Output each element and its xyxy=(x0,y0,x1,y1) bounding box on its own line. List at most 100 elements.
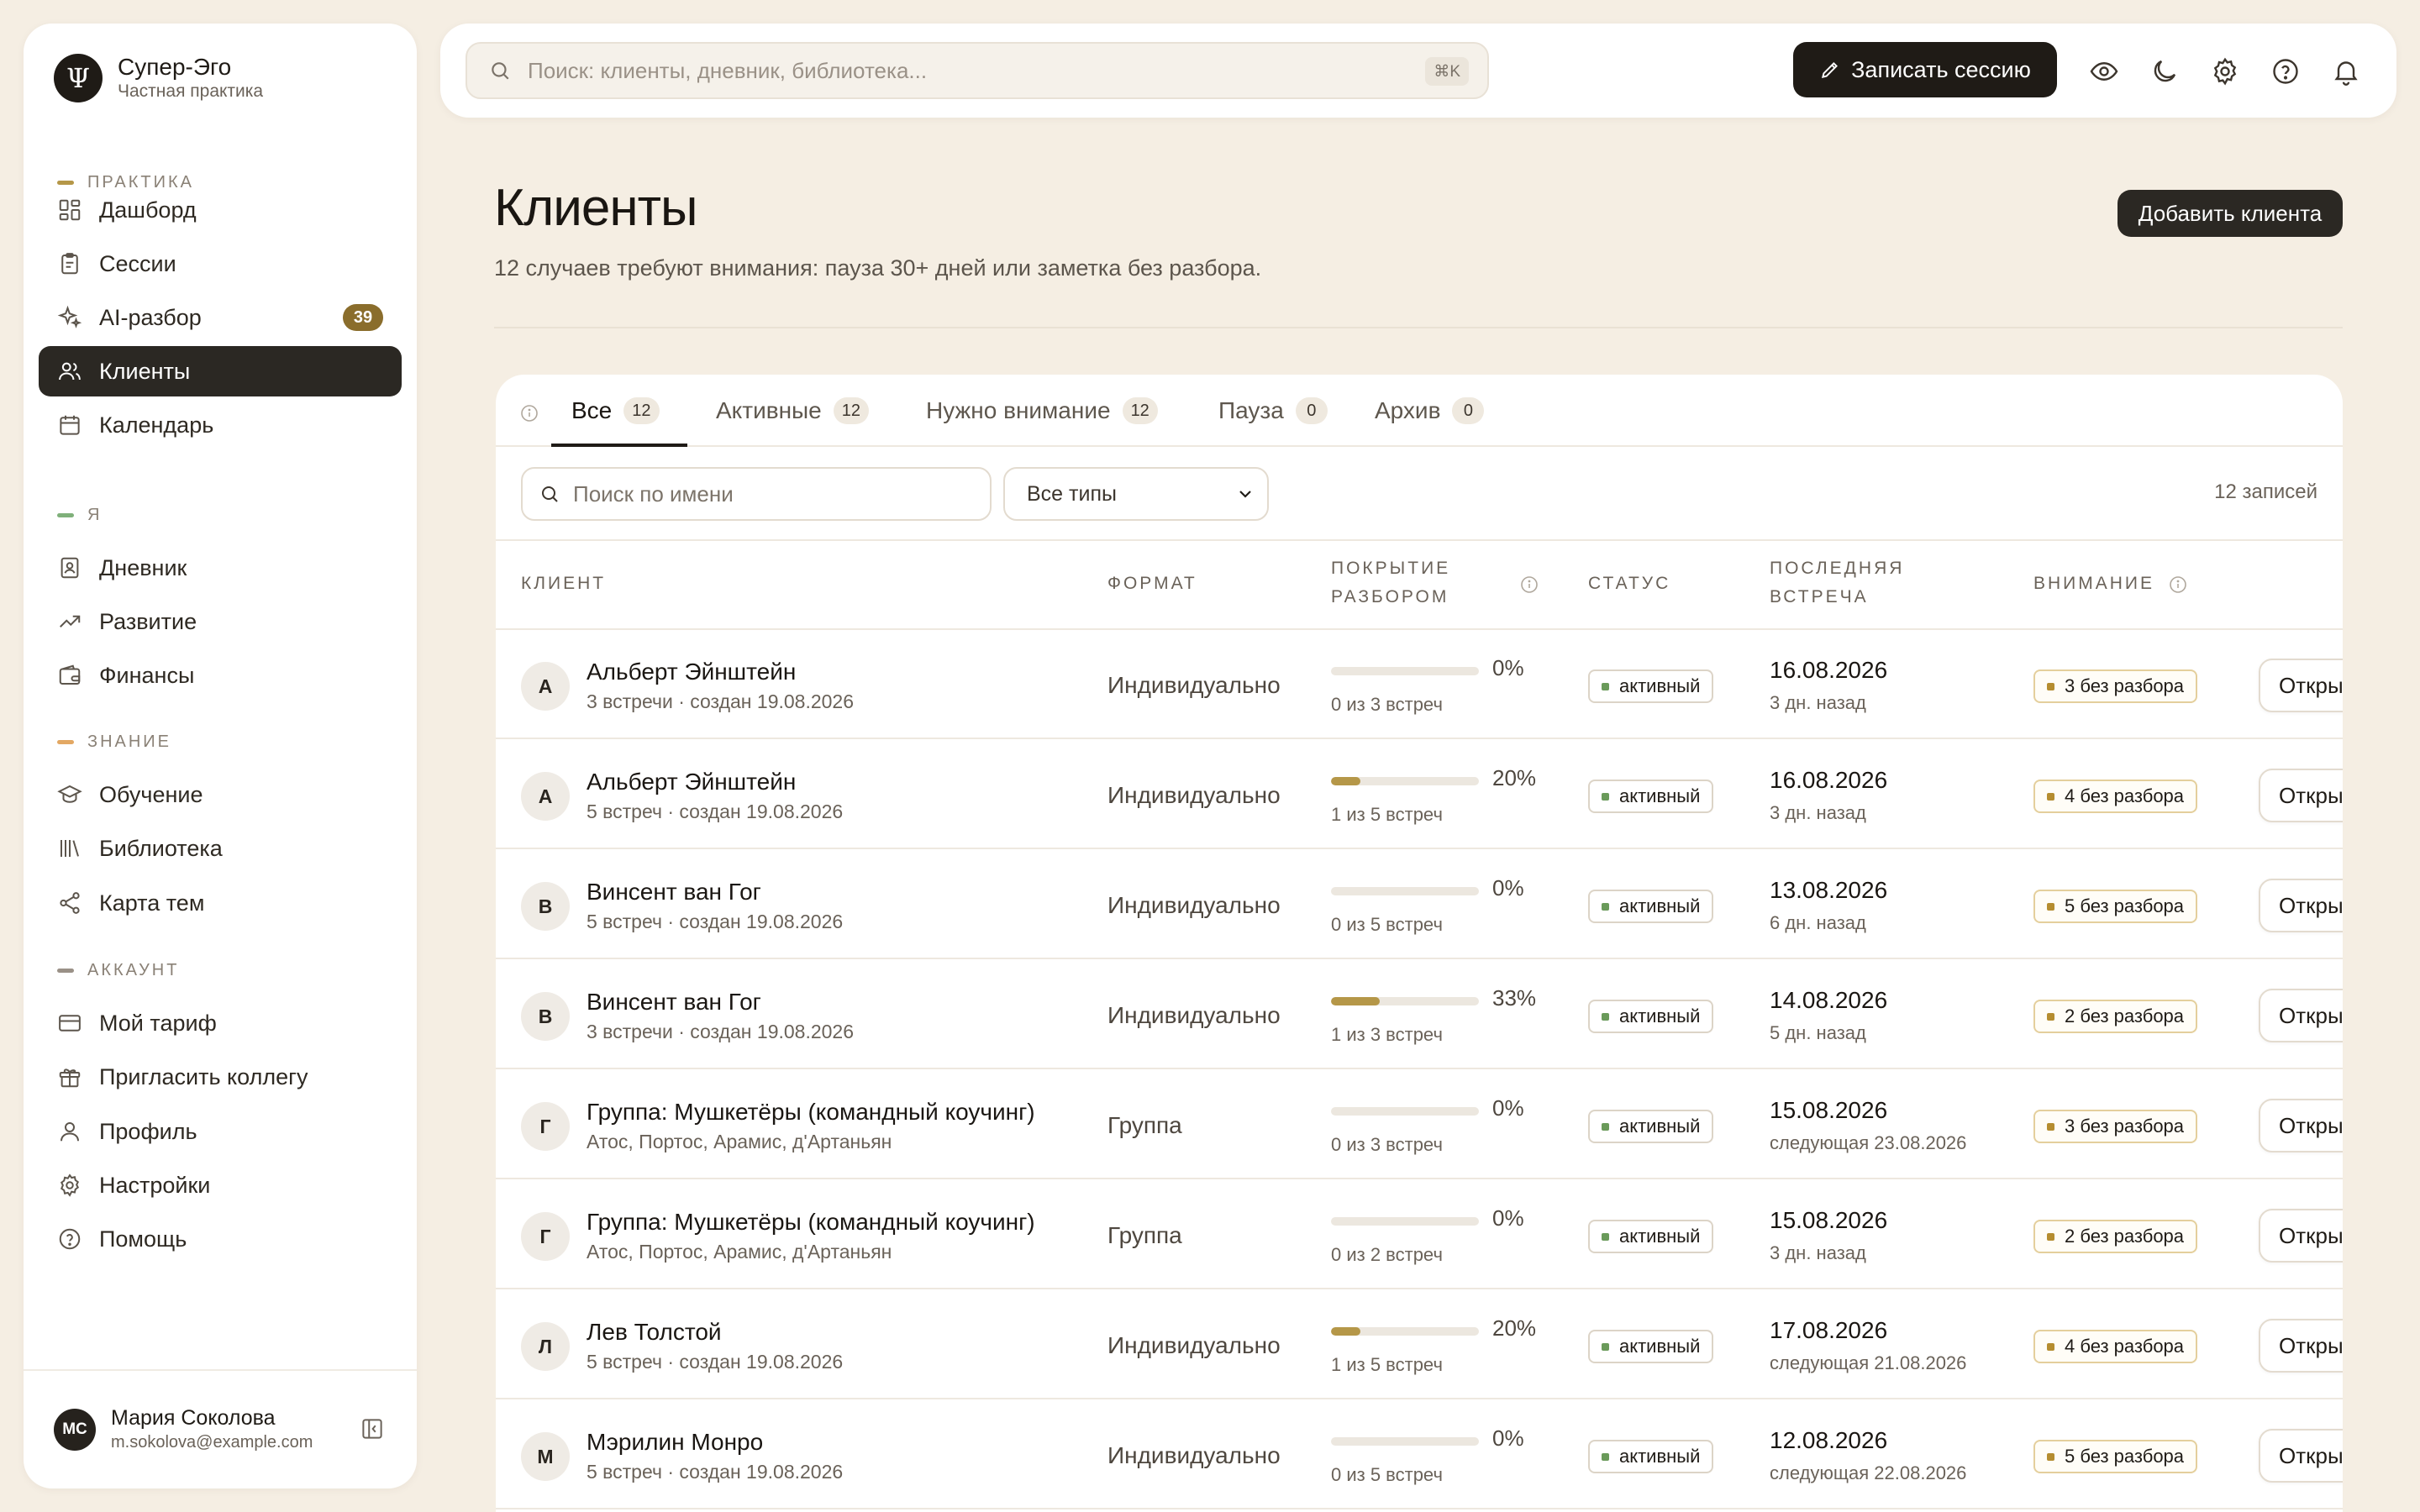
status-badge: активный xyxy=(1588,780,1714,813)
client-name[interactable]: Лев Толстой xyxy=(587,1319,722,1346)
client-format: Индивидуально xyxy=(1107,782,1281,808)
type-select[interactable]: Все типы xyxy=(1003,467,1269,521)
type-select-value: Все типы xyxy=(1027,481,1117,506)
section-label-knowledge: Знание xyxy=(57,732,171,752)
column-format[interactable]: Формат xyxy=(1107,570,1197,598)
tab-all[interactable]: Все 12 xyxy=(571,375,660,447)
add-client-button[interactable]: Добавить клиента xyxy=(2118,190,2343,237)
brand[interactable]: Ψ Супер-Эго Частная практика xyxy=(54,54,263,102)
name-search-placeholder: Поиск по имени xyxy=(573,480,734,507)
gift-icon xyxy=(57,1064,82,1089)
last-meeting-relative: 3 дн. назад xyxy=(1770,692,1866,713)
attention-dot xyxy=(2047,1122,2054,1131)
sidebar-item-sessions[interactable]: Сессии xyxy=(39,239,402,289)
table-row[interactable]: Г Группа: Мушкетёры (командный коучинг) … xyxy=(496,1180,2343,1289)
table-row[interactable]: В Винсент ван Гог 5 встреч · создан 19.0… xyxy=(496,850,2343,959)
column-attention[interactable]: Внимание xyxy=(2033,570,2154,598)
client-meta: 5 встреч · создан 19.08.2026 xyxy=(587,1461,844,1483)
client-name[interactable]: Альберт Эйнштейн xyxy=(587,769,796,795)
table-row[interactable]: Л Лев Толстой 5 встреч · создан 19.08.20… xyxy=(496,1290,2343,1399)
sidebar-item-label: Обучение xyxy=(99,781,203,807)
moon-icon[interactable] xyxy=(2149,56,2180,87)
table-row[interactable]: А Альберт Эйнштейн 5 встреч · создан 19.… xyxy=(496,740,2343,849)
tab-active[interactable]: Активные 12 xyxy=(716,375,869,447)
sidebar-item-calendar[interactable]: Календарь xyxy=(39,400,402,450)
last-meeting-date: 14.08.2026 xyxy=(1770,987,1888,1013)
client-name[interactable]: Винсент ван Гог xyxy=(587,989,761,1016)
info-icon[interactable] xyxy=(519,403,539,423)
attention-badge: 4 без разбора xyxy=(2033,1330,2198,1363)
table-row[interactable]: А Альберт Эйнштейн 3 встречи · создан 19… xyxy=(496,630,2343,739)
sidebar-item-growth[interactable]: Развитие xyxy=(39,596,402,647)
status-dot xyxy=(1602,902,1609,911)
coverage-text: 1 из 5 встреч xyxy=(1331,1354,1443,1375)
record-session-button[interactable]: Записать сессию xyxy=(1793,42,2057,97)
sidebar-item-label: Календарь xyxy=(99,412,214,438)
user-block[interactable]: МС Мария Соколова m.sokolova@example.com xyxy=(24,1369,417,1488)
sidebar-item-learning[interactable]: Обучение xyxy=(39,769,402,820)
open-client-button[interactable]: Открыть xyxy=(2259,659,2343,712)
status-badge: активный xyxy=(1588,890,1714,923)
client-name[interactable]: Винсент ван Гог xyxy=(587,879,761,906)
open-client-button[interactable]: Открыть xyxy=(2259,769,2343,822)
credit-card-icon xyxy=(57,1011,82,1036)
sidebar: Ψ Супер-Эго Частная практика Практика Да… xyxy=(24,24,417,1488)
sidebar-item-ai-review[interactable]: AI-разбор 39 xyxy=(39,292,402,343)
client-name[interactable]: Группа: Мушкетёры (командный коучинг) xyxy=(587,1099,1035,1126)
sidebar-item-help[interactable]: Помощь xyxy=(39,1214,402,1264)
sidebar-item-profile[interactable]: Профиль xyxy=(39,1106,402,1157)
client-format: Группа xyxy=(1107,1112,1182,1138)
open-client-button[interactable]: Открыть xyxy=(2259,879,2343,932)
table-row[interactable]: Г Группа: Мушкетёры (командный коучинг) … xyxy=(496,1070,2343,1179)
column-client[interactable]: Клиент xyxy=(521,570,606,598)
client-name[interactable]: Альберт Эйнштейн xyxy=(587,659,796,685)
sidebar-item-invite[interactable]: Пригласить коллегу xyxy=(39,1052,402,1102)
client-avatar: Л xyxy=(521,1322,570,1371)
attention-badge: 5 без разбора xyxy=(2033,1440,2198,1473)
name-search-input[interactable]: Поиск по имени xyxy=(521,467,992,521)
sidebar-item-finance[interactable]: Финансы xyxy=(39,650,402,701)
client-avatar: М xyxy=(521,1432,570,1481)
table-row[interactable]: В Винсент ван Гог 3 встречи · создан 19.… xyxy=(496,960,2343,1069)
sidebar-item-clients[interactable]: Клиенты xyxy=(39,346,402,396)
sidebar-item-topic-map[interactable]: Карта тем xyxy=(39,878,402,928)
client-meta: 5 встреч · создан 19.08.2026 xyxy=(587,1351,844,1373)
table-row[interactable]: М Мэрилин Монро 5 встреч · создан 19.08.… xyxy=(496,1400,2343,1509)
bell-icon[interactable] xyxy=(2331,56,2361,87)
coverage-info-icon[interactable] xyxy=(1519,575,1539,595)
open-client-button[interactable]: Открыть xyxy=(2259,1099,2343,1152)
attention-dot xyxy=(2047,902,2054,911)
coverage-text: 0 из 5 встреч xyxy=(1331,914,1443,935)
settings-gear-icon[interactable] xyxy=(2210,56,2240,87)
page-subtitle: 12 случаев требуют внимания: пауза 30+ д… xyxy=(494,255,1262,281)
open-client-button[interactable]: Открыть xyxy=(2259,1319,2343,1373)
open-client-button[interactable]: Открыть xyxy=(2259,989,2343,1042)
tab-count: 12 xyxy=(1122,397,1158,424)
sidebar-item-journal[interactable]: Дневник xyxy=(39,543,402,593)
open-client-button[interactable]: Открыть xyxy=(2259,1209,2343,1263)
status-dot xyxy=(1602,1342,1609,1351)
eye-icon[interactable] xyxy=(2089,56,2119,87)
help-circle-icon[interactable] xyxy=(2270,56,2301,87)
column-status[interactable]: Статус xyxy=(1588,570,1670,598)
global-search-input[interactable]: Поиск: клиенты, дневник, библиотека... ⌘… xyxy=(466,42,1489,99)
coverage-progress-bar xyxy=(1331,1217,1479,1226)
sidebar-item-settings[interactable]: Настройки xyxy=(39,1160,402,1210)
attention-info-icon[interactable] xyxy=(2168,575,2188,595)
client-format: Индивидуально xyxy=(1107,672,1281,698)
sidebar-item-dashboard[interactable]: Дашборд xyxy=(39,185,402,235)
section-dash xyxy=(57,969,74,973)
sidebar-collapse-icon[interactable] xyxy=(360,1416,385,1441)
sidebar-item-plan[interactable]: Мой тариф xyxy=(39,998,402,1048)
client-name[interactable]: Мэрилин Монро xyxy=(587,1429,763,1456)
client-name[interactable]: Группа: Мушкетёры (командный коучинг) xyxy=(587,1209,1035,1236)
sidebar-item-library[interactable]: Библиотека xyxy=(39,823,402,874)
attention-badge: 3 без разбора xyxy=(2033,1110,2198,1143)
open-client-button[interactable]: Открыть xyxy=(2259,1429,2343,1483)
coverage-percent: 20% xyxy=(1492,765,1537,790)
column-last-meeting[interactable]: Последняя встреча xyxy=(1770,554,1904,612)
tab-archive[interactable]: Архив 0 xyxy=(1375,375,1485,447)
column-coverage[interactable]: Покрытие разбором xyxy=(1331,554,1450,612)
tab-needs-attention[interactable]: Нужно внимание 12 xyxy=(926,375,1158,447)
tab-paused[interactable]: Пауза 0 xyxy=(1218,375,1328,447)
